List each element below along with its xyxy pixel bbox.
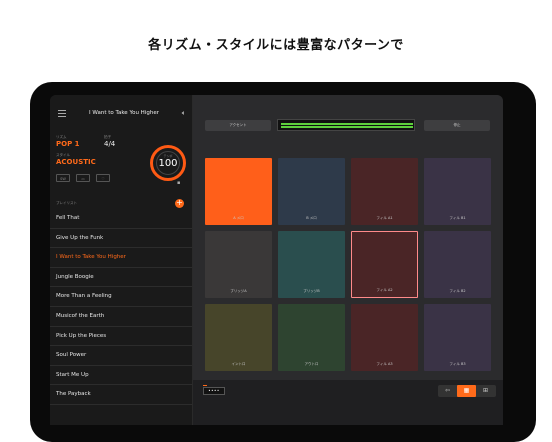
- app-screen: 午後2:57 11月12日(金) 100% I Want to Take You…: [50, 95, 503, 425]
- bottom-toolbar: •••• ⇦ ▦ ⊞: [193, 380, 503, 425]
- rhythm-value[interactable]: POP 1: [56, 140, 80, 148]
- style-value[interactable]: ACOUSTIC: [56, 158, 96, 166]
- song-item[interactable]: I Want to Take You Higher: [50, 248, 192, 268]
- pattern-pad[interactable]: ブリッジA: [205, 231, 272, 298]
- pad-label: イントロ: [231, 362, 246, 366]
- pattern-pad[interactable]: アウトロ: [278, 304, 345, 371]
- pattern-pad[interactable]: イントロ: [205, 304, 272, 371]
- song-item[interactable]: Fell That: [50, 209, 192, 229]
- pad-label: B メロ: [306, 216, 317, 220]
- song-item[interactable]: Start Me Up: [50, 366, 192, 386]
- song-item[interactable]: Soul Power: [50, 346, 192, 366]
- accent-button[interactable]: アクセント: [205, 120, 271, 131]
- pattern-pad[interactable]: フィル A3: [351, 304, 418, 371]
- meter-bar-1: [281, 123, 413, 125]
- pad-label: フィル A2: [376, 288, 393, 292]
- pad-label: アウトロ: [304, 362, 319, 366]
- song-item[interactable]: Pick Up the Pieces: [50, 327, 192, 347]
- pad-label: フィル B3: [449, 362, 466, 366]
- beat-value[interactable]: 4/4: [104, 140, 115, 148]
- pattern-indicator[interactable]: ••••: [203, 387, 225, 395]
- sidebar-topbar: I Want to Take You Higher 🔈︎: [50, 106, 192, 122]
- pad-label: フィル A1: [376, 216, 393, 220]
- back-arrow-icon[interactable]: ⇦: [438, 385, 457, 397]
- pattern-tick: [203, 385, 207, 386]
- add-song-button[interactable]: +: [175, 199, 184, 208]
- tempo-value: 100: [158, 158, 178, 169]
- level-meter: [277, 119, 415, 131]
- hamburger-menu-icon[interactable]: [58, 110, 66, 117]
- stop-button[interactable]: 停止: [424, 120, 490, 131]
- song-item[interactable]: Give Up the Funk: [50, 229, 192, 249]
- pattern-pad[interactable]: フィル B3: [424, 304, 491, 371]
- meter-bar-2: [281, 126, 413, 128]
- tempo-lock-icon[interactable]: ▪: [177, 180, 180, 186]
- pad-area: アクセント 停止 A メロ B メロ フィル A1 フィル B1 ブリッジA ブリッジB フ…: [193, 95, 503, 425]
- heart-icon[interactable]: ♡: [96, 174, 110, 182]
- swing-button[interactable]: SW: [56, 174, 70, 182]
- drum-kit-button[interactable]: ▭: [76, 174, 90, 182]
- pattern-pad[interactable]: フィル B1: [424, 158, 491, 225]
- mixer-view-icon[interactable]: ⊞: [476, 385, 495, 397]
- pattern-pad[interactable]: B メロ: [278, 158, 345, 225]
- song-item[interactable]: Musicof the Earth: [50, 307, 192, 327]
- speaker-icon[interactable]: 🔈︎: [182, 109, 186, 118]
- pad-label: フィル A3: [376, 362, 393, 366]
- song-item[interactable]: More Than a Feeling: [50, 287, 192, 307]
- pattern-pad[interactable]: フィル B2: [424, 231, 491, 298]
- headline: 各リズム・スタイルには豊富なパターンで: [148, 38, 404, 53]
- sidebar: I Want to Take You Higher 🔈︎ リズム POP 1 拍…: [50, 95, 193, 425]
- view-switcher: ⇦ ▦ ⊞: [438, 385, 496, 397]
- playlist-label: プレイリスト: [56, 201, 77, 205]
- pattern-pad[interactable]: A メロ: [205, 158, 272, 225]
- song-list: Fell That Give Up the Funk I Want to Take …: [50, 209, 192, 405]
- pad-label: フィル B1: [449, 216, 466, 220]
- grid-view-icon[interactable]: ▦: [457, 385, 476, 397]
- song-item[interactable]: Jungle Boogie: [50, 268, 192, 288]
- pad-label: フィル B2: [449, 289, 466, 293]
- pattern-pad[interactable]: ブリッジB: [278, 231, 345, 298]
- pad-label: A メロ: [233, 216, 244, 220]
- current-song-title: I Want to Take You Higher: [89, 110, 159, 116]
- pattern-pad[interactable]: フィル A1: [351, 158, 418, 225]
- song-item[interactable]: The Payback: [50, 385, 192, 405]
- pad-label: ブリッジA: [230, 289, 247, 293]
- pattern-pad[interactable]: フィル A2: [351, 231, 418, 298]
- pad-label: ブリッジB: [303, 289, 320, 293]
